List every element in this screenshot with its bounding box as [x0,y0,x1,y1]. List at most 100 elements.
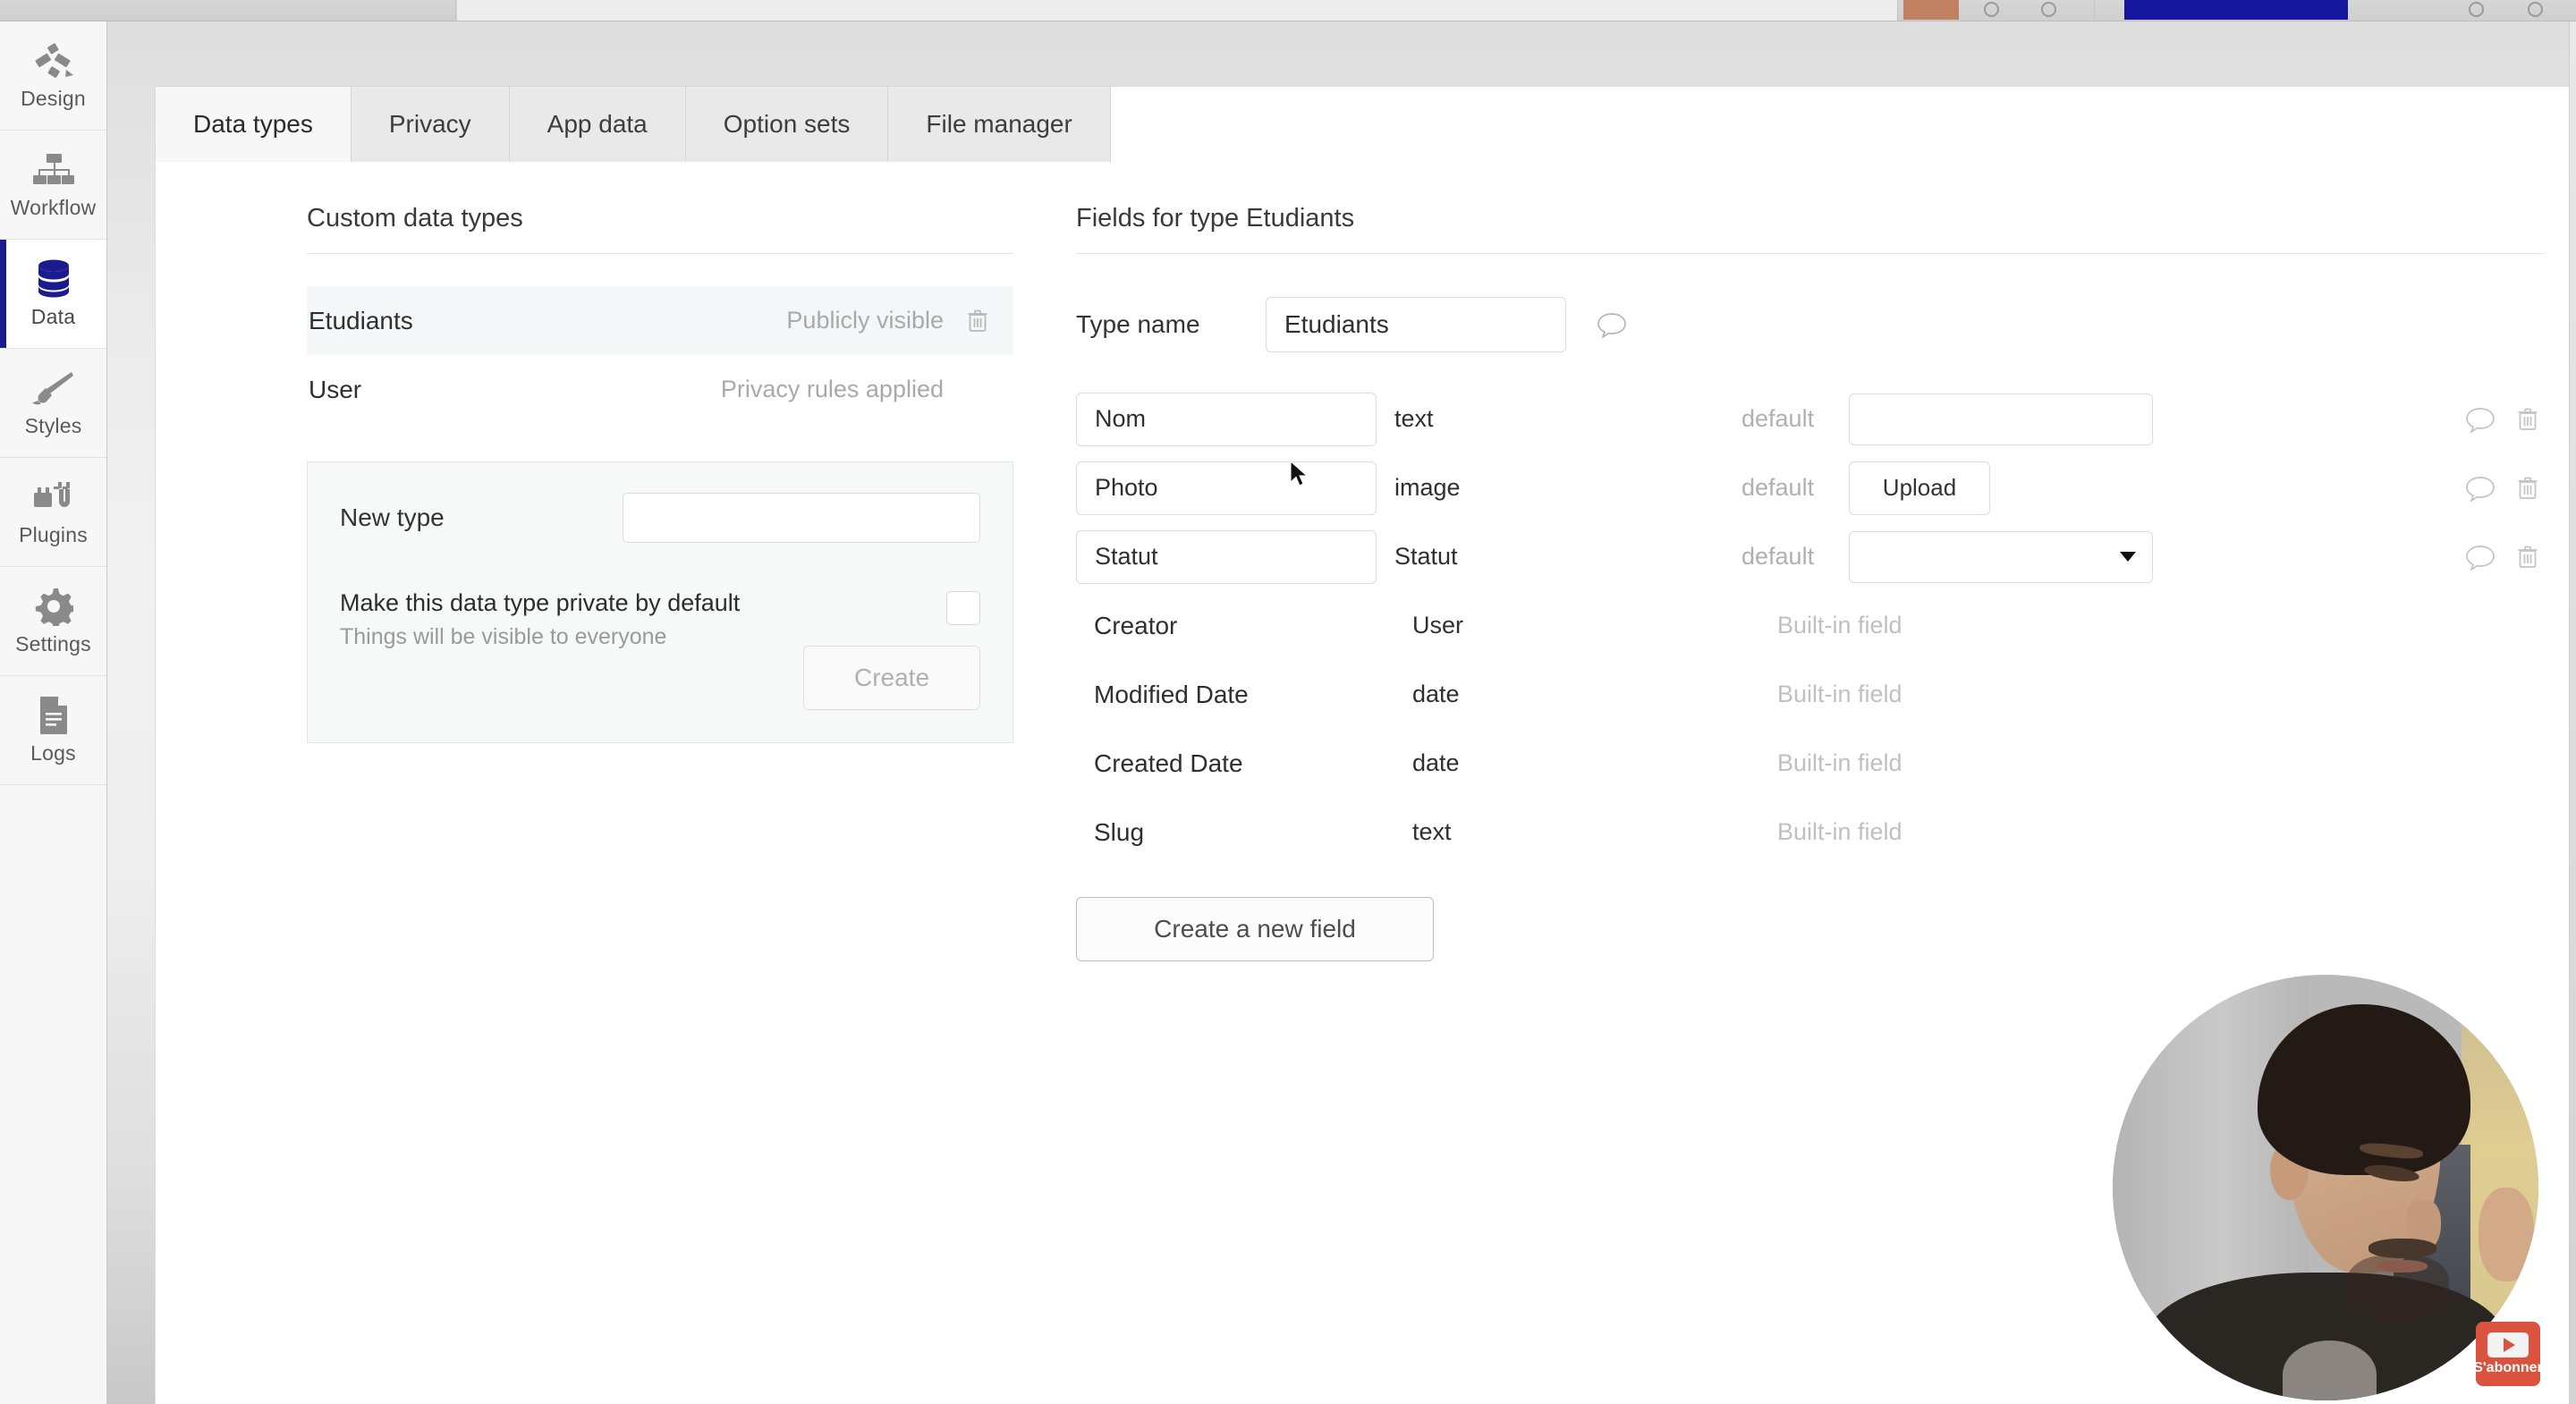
tab-label: App data [547,110,648,139]
private-default-row: Make this data type private by default T… [340,589,980,650]
sidebar-item-label: Design [21,87,86,111]
private-default-sublabel: Things will be visible to everyone [340,624,740,650]
field-builtin-label: Built-in field [1759,612,1902,639]
field-type: image [1377,474,1741,502]
field-builtin-label: Built-in field [1759,818,1902,846]
new-type-input[interactable] [623,493,980,543]
divider [1076,253,2543,254]
sidebar-item-label: Settings [15,632,91,656]
right-edge-strip [2569,21,2576,1404]
field-default-select[interactable] [1849,531,2153,583]
tab-privacy[interactable]: Privacy [352,86,510,162]
field-type: date [1394,749,1759,777]
comment-bubble-icon[interactable] [2465,544,2496,571]
private-default-label: Make this data type private by default [340,589,740,617]
data-type-name: Etudiants [309,307,413,335]
document-icon [32,695,75,736]
sidebar-item-workflow[interactable]: Workflow [0,131,106,240]
field-type: text [1377,405,1741,433]
field-type: User [1394,612,1759,639]
fields-column: Fields for type Etudiants Type name [1076,204,2543,961]
field-row-created-date: Created Date date Built-in field [1076,729,2543,798]
field-type: date [1394,681,1759,708]
browser-blue-button[interactable] [2124,0,2348,20]
new-type-name-row: New type [340,493,980,543]
browser-tab-orange[interactable] [1903,0,1959,20]
browser-top-strip [0,0,2576,21]
tab-file-manager[interactable]: File manager [888,86,1110,162]
field-default-label: default [1741,405,1849,433]
field-name-input[interactable] [1076,393,1377,446]
field-name-input[interactable] [1076,530,1377,584]
type-name-row: Type name [1076,297,2543,352]
data-type-row-etudiants[interactable]: Etudiants Publicly visible [307,286,1013,355]
new-type-label: New type [340,503,445,532]
sidebar-item-label: Workflow [11,196,97,220]
trash-icon[interactable] [2517,476,2538,501]
trash-icon[interactable] [2517,407,2538,432]
field-row-slug: Slug text Built-in field [1076,798,2543,867]
custom-data-types-column: Custom data types Etudiants Publicly vis… [307,204,1013,743]
sidebar-item-label: Styles [25,414,82,438]
field-default-label: default [1741,474,1849,502]
field-row-creator: Creator User Built-in field [1076,591,2543,660]
comment-bubble-icon[interactable] [2465,475,2496,502]
subscribe-label: S'abonner [2473,1360,2543,1376]
type-name-input[interactable] [1266,297,1566,352]
data-type-status: Privacy rules applied [721,376,944,403]
tab-app-data[interactable]: App data [510,86,686,162]
field-builtin-label: Built-in field [1759,681,1902,708]
sidebar-item-label: Logs [30,741,76,765]
app-root: Design Workf [0,0,2576,1404]
comment-bubble-icon[interactable] [1597,311,1627,338]
fields-title: Fields for type Etudiants [1076,204,2543,253]
field-name-input[interactable] [1076,461,1377,515]
field-type: Statut [1377,543,1741,571]
sidebar-item-styles[interactable]: Styles [0,349,106,458]
trash-icon[interactable] [2517,545,2538,570]
chevron-down-icon [2120,552,2136,562]
data-type-name: User [309,376,361,404]
custom-data-types-title: Custom data types [307,204,1013,253]
tab-bar: Data types Privacy App data Option sets … [155,86,1111,162]
field-default-label: default [1741,543,1849,571]
field-row-photo: image default Upload [1076,453,2543,522]
comment-bubble-icon[interactable] [2465,406,2496,433]
design-tools-icon [32,40,75,81]
sidebar-item-plugins[interactable]: Plugins [0,458,106,567]
field-row-modified-date: Modified Date date Built-in field [1076,660,2543,729]
create-type-button[interactable]: Create [803,646,980,710]
sidebar-item-label: Data [31,305,75,329]
paintbrush-icon [32,368,75,409]
sidebar-item-logs[interactable]: Logs [0,676,106,785]
sidebar-item-data[interactable]: Data [0,240,106,349]
youtube-play-icon [2487,1332,2529,1357]
sidebar-item-design[interactable]: Design [0,21,106,131]
data-type-status: Publicly visible [786,307,944,334]
private-default-checkbox[interactable] [946,591,980,625]
new-type-panel: New type Make this data type private by … [307,461,1013,743]
field-builtin-label: Built-in field [1759,749,1902,777]
field-name: Created Date [1076,749,1394,778]
left-sidebar: Design Workf [0,21,107,1404]
field-default-input[interactable] [1849,393,2153,445]
field-row-actions [2465,475,2538,502]
field-row-actions [2465,406,2538,433]
tab-option-sets[interactable]: Option sets [686,86,889,162]
youtube-subscribe-button[interactable]: S'abonner [2476,1322,2540,1386]
tab-label: Option sets [724,110,851,139]
field-name: Creator [1076,612,1394,640]
field-row-statut: Statut default [1076,522,2543,591]
field-name: Modified Date [1076,681,1394,709]
trash-icon[interactable] [967,309,988,334]
tab-data-types[interactable]: Data types [155,86,352,162]
field-type: text [1394,818,1759,846]
field-row-actions [2465,544,2538,571]
create-new-field-button[interactable]: Create a new field [1076,897,1434,961]
type-name-label: Type name [1076,310,1235,339]
fields-list: text default [1076,385,2543,867]
sidebar-item-settings[interactable]: Settings [0,567,106,676]
data-type-row-user[interactable]: User Privacy rules applied [307,355,1013,424]
upload-button[interactable]: Upload [1849,461,1990,515]
field-row-nom: text default [1076,385,2543,453]
